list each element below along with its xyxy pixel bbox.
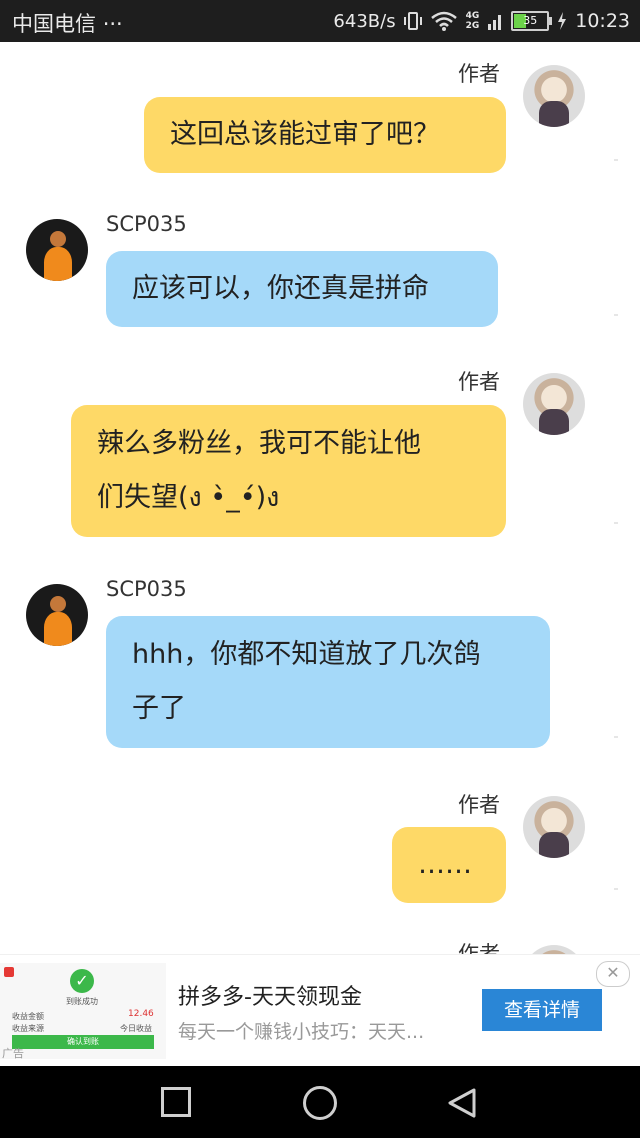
ad-thumb-title: 到账成功 (66, 997, 98, 1006)
message-bubble[interactable]: …… (392, 827, 506, 903)
navigation-bar (0, 1066, 640, 1138)
message-line: 们失望(ง •̀_•́)ง (97, 482, 280, 513)
message-line: 应该可以，你还真是拼命 (132, 273, 429, 304)
battery-icon: 35 (511, 11, 553, 31)
ad-thumb-source: 今日收益 (120, 1024, 152, 1033)
author-avatar[interactable] (523, 945, 585, 954)
chat-area[interactable]: 作者 这回总该能过审了吧？ SCP035 应该可以，你还真是拼命 作者 辣么多粉… (0, 42, 640, 954)
vibrate-icon (403, 12, 422, 30)
divider-dot (614, 159, 618, 161)
battery-level: 35 (523, 14, 538, 27)
sender-name: SCP035 (106, 212, 187, 236)
divider-dot (614, 314, 618, 316)
network-top-label: 4G (465, 11, 480, 21)
ad-thumb-button: 确认到账 (12, 1035, 154, 1049)
sender-name: 作者 (458, 942, 500, 954)
author-avatar[interactable] (523, 373, 585, 435)
sender-name: 作者 (458, 370, 500, 394)
ad-thumb-amount: 12.46 (128, 1009, 154, 1019)
view-details-button[interactable]: 查看详情 (482, 989, 602, 1031)
ad-title[interactable]: 拼多多-天天领现金 (178, 979, 362, 1011)
charging-icon (558, 12, 567, 30)
divider-dot (614, 522, 618, 524)
app-logo-icon (4, 967, 14, 977)
sender-name: 作者 (458, 793, 500, 817)
close-ad-button[interactable]: ✕ (596, 961, 630, 987)
back-button[interactable] (446, 1086, 480, 1120)
wifi-icon (430, 11, 457, 31)
scp-avatar[interactable] (26, 219, 88, 281)
status-indicators: 643B/s 4G 2G 35 10:23 (333, 8, 630, 34)
ad-thumbnail[interactable]: ✓ 到账成功 收益金额 12.46 收益来源 今日收益 确认到账 广告 (0, 963, 166, 1060)
sender-name: SCP035 (106, 577, 187, 601)
signal-icon (488, 15, 502, 30)
ad-thumb-label: 收益来源 (12, 1024, 44, 1033)
more-notifications-icon: ··· (102, 12, 123, 36)
message-line: hhh，你都不知道放了几次鸽 (132, 639, 481, 670)
network-type: 4G 2G (466, 11, 480, 31)
carrier-label: 中国电信 ··· (12, 8, 123, 38)
ad-tag: 广告 (2, 1047, 24, 1060)
status-bar: 中国电信 ··· 643B/s 4G 2G 35 10:23 (0, 0, 640, 42)
ad-description: 每天一个赚钱小技巧：天天... (178, 1021, 425, 1043)
network-bottom-label: 2G (465, 21, 480, 31)
ad-banner[interactable]: ✓ 到账成功 收益金额 12.46 收益来源 今日收益 确认到账 广告 拼多多-… (0, 954, 640, 1067)
ad-thumb-label: 收益金额 (12, 1012, 44, 1021)
divider-dot (614, 736, 618, 738)
sender-name: 作者 (458, 62, 500, 86)
author-avatar[interactable] (523, 65, 585, 127)
carrier-name: 中国电信 (12, 12, 96, 36)
net-speed: 643B/s (333, 10, 396, 32)
clock: 10:23 (575, 10, 630, 32)
message-line: 辣么多粉丝，我可不能让他 (97, 428, 421, 459)
message-line: …… (418, 849, 472, 880)
message-bubble[interactable]: hhh，你都不知道放了几次鸽 子了 (106, 616, 550, 748)
check-icon: ✓ (70, 969, 94, 993)
message-line: 这回总该能过审了吧？ (170, 119, 440, 150)
scp-avatar[interactable] (26, 584, 88, 646)
message-bubble[interactable]: 辣么多粉丝，我可不能让他 们失望(ง •̀_•́)ง (71, 405, 506, 537)
home-button[interactable] (303, 1086, 337, 1120)
message-line: 子了 (132, 693, 186, 724)
message-bubble[interactable]: 这回总该能过审了吧？ (144, 97, 506, 173)
recents-button[interactable] (161, 1087, 191, 1117)
author-avatar[interactable] (523, 796, 585, 858)
message-bubble[interactable]: 应该可以，你还真是拼命 (106, 251, 498, 327)
divider-dot (614, 888, 618, 890)
